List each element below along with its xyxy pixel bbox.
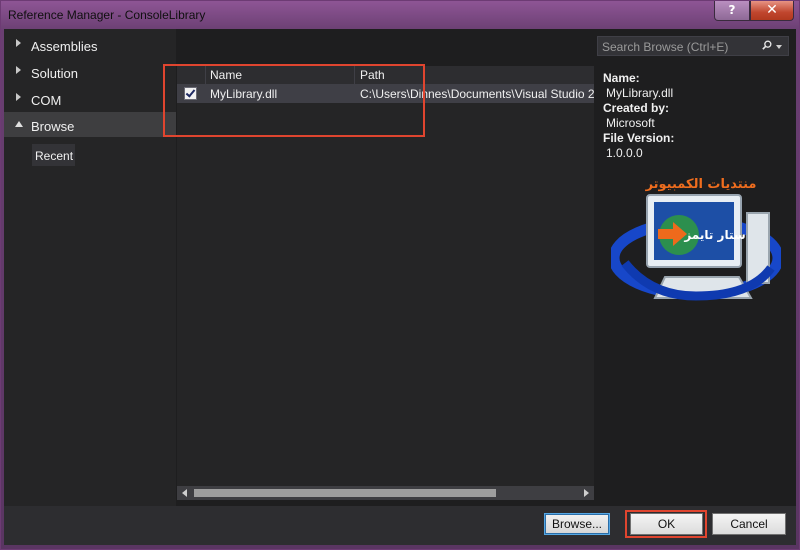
cancel-button[interactable]: Cancel <box>712 513 786 535</box>
horizontal-scrollbar[interactable] <box>177 486 594 500</box>
expand-arrow-icon <box>16 66 21 74</box>
name-label: Name: <box>603 71 640 85</box>
scrollbar-thumb[interactable] <box>194 489 496 497</box>
expand-arrow-icon <box>16 93 21 101</box>
title-bar[interactable]: Reference Manager - ConsoleLibrary ? ✕ <box>1 1 799 29</box>
collapse-arrow-icon <box>15 121 23 127</box>
browse-button[interactable]: Browse... <box>544 513 610 535</box>
logo-top-text: منتديات الكمبيوتر <box>645 177 757 192</box>
file-version-label: File Version: <box>603 131 675 145</box>
search-input[interactable]: Search Browse (Ctrl+E) <box>597 36 789 56</box>
search-icon[interactable] <box>762 40 772 50</box>
highlight-box <box>163 64 425 137</box>
search-options-icon[interactable] <box>776 45 782 49</box>
nav-item-label: Solution <box>31 66 78 81</box>
category-nav: Assemblies Solution COM Browse Recent <box>4 29 176 506</box>
dialog-client: Assemblies Solution COM Browse Recent Na… <box>4 29 796 545</box>
logo-screen-text: ستار تايمز <box>683 228 745 242</box>
created-by-label: Created by: <box>603 101 670 115</box>
help-button[interactable]: ? <box>714 1 750 21</box>
details-pane: Name: MyLibrary.dll Created by: Microsof… <box>603 71 788 161</box>
nav-item-com[interactable]: COM <box>4 86 176 111</box>
nav-item-label: Assemblies <box>31 39 98 54</box>
nav-item-browse[interactable]: Browse <box>4 112 176 137</box>
nav-item-label: Browse <box>31 119 75 134</box>
name-value: MyLibrary.dll <box>606 86 674 100</box>
window-title: Reference Manager - ConsoleLibrary <box>8 8 206 22</box>
close-button[interactable]: ✕ <box>750 1 794 21</box>
watermark-logo: ستار تايمز منتديات الكمبيوتر <box>611 177 781 301</box>
nav-subitem-label: Recent <box>35 149 74 163</box>
highlight-box <box>625 510 707 538</box>
created-by-value: Microsoft <box>606 116 655 130</box>
nav-item-label: COM <box>31 93 62 108</box>
nav-item-assemblies[interactable]: Assemblies <box>4 32 176 57</box>
nav-subitem-recent[interactable]: Recent <box>32 144 75 166</box>
search-placeholder: Search Browse (Ctrl+E) <box>602 40 729 54</box>
scroll-right-icon[interactable] <box>584 489 589 497</box>
scroll-left-icon[interactable] <box>182 489 187 497</box>
nav-item-solution[interactable]: Solution <box>4 59 176 84</box>
expand-arrow-icon <box>16 39 21 47</box>
